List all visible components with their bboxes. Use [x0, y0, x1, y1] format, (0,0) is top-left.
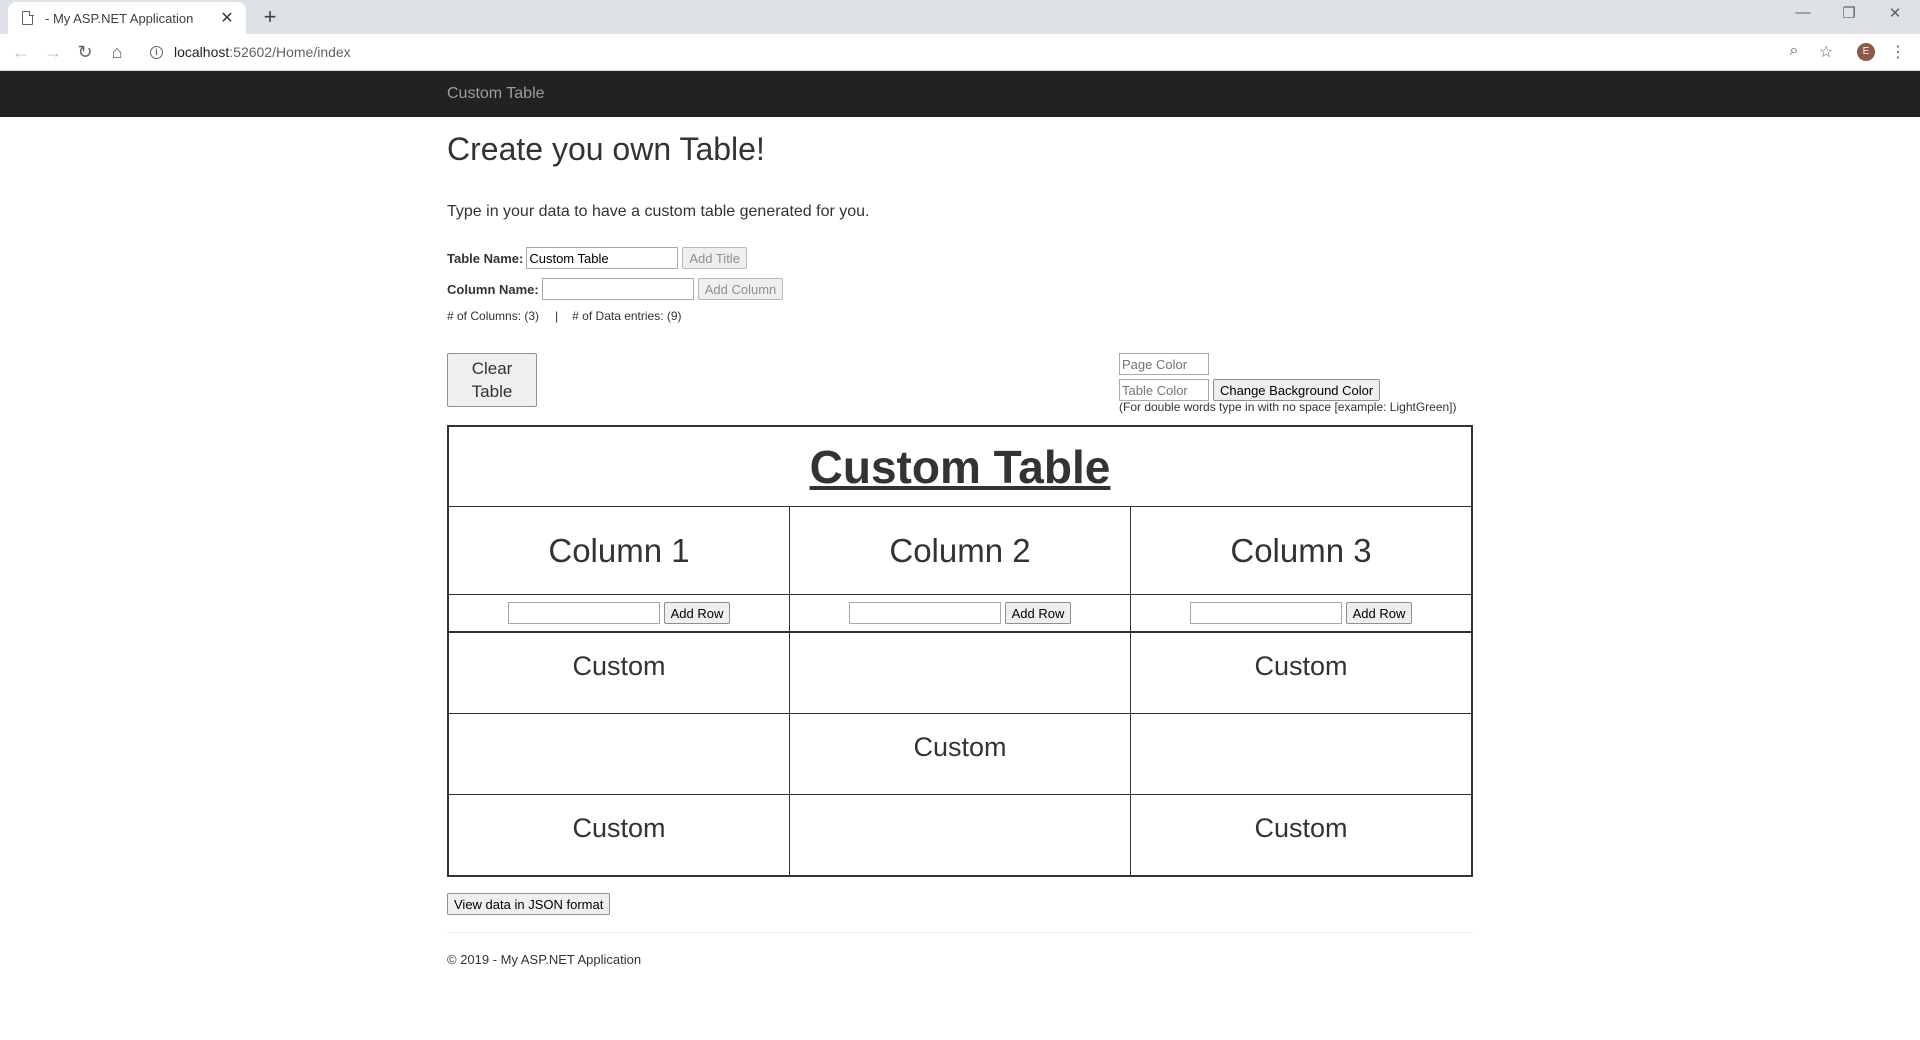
table-name-label: Table Name: — [447, 250, 524, 266]
entries-count: # of Data entries: (9) — [572, 309, 682, 323]
page-title: Create you own Table! — [447, 131, 765, 167]
color-note: (For double words type in with no space … — [1119, 400, 1457, 414]
close-tab-icon[interactable]: ✕ — [218, 8, 236, 28]
add-row-cell: Add Row — [449, 595, 790, 631]
url-path: :52602/Home/index — [229, 44, 351, 60]
row-value-input[interactable] — [848, 602, 1001, 624]
row-value-input[interactable] — [1189, 602, 1342, 624]
view-json-button[interactable]: View data in JSON format — [447, 893, 611, 915]
column-name-label: Column Name: — [447, 281, 539, 297]
table-cell: Custom — [1254, 813, 1348, 843]
table-row: Custom Custom — [449, 633, 1471, 714]
clear-table-button[interactable]: Clear Table — [447, 353, 537, 407]
table-name-input[interactable] — [526, 247, 679, 269]
footer-text: © 2019 - My ASP.NET Application — [447, 952, 642, 967]
address-bar[interactable]: i localhost:52602/Home/index — [140, 38, 1790, 66]
browser-tab-bar: - My ASP.NET Application ✕ + — ❐ ✕ — [0, 0, 1920, 34]
table-cell — [790, 795, 1131, 875]
add-row-button[interactable]: Add Row — [1345, 602, 1413, 624]
column-name-row: Column Name: Add Column — [447, 278, 784, 300]
forward-icon[interactable]: → — [41, 40, 65, 64]
page-icon — [22, 10, 34, 25]
browser-tab[interactable]: - My ASP.NET Application ✕ — [8, 2, 246, 34]
table-cell: Custom — [790, 714, 1131, 794]
navbar-brand[interactable]: Custom Table — [447, 85, 545, 103]
column-header: Column 2 — [790, 507, 1131, 594]
custom-table: Custom Table Column 1 Column 2 Column 3 … — [447, 425, 1473, 877]
add-title-button[interactable]: Add Title — [682, 247, 747, 269]
url-host: localhost — [174, 44, 230, 60]
column-name-input[interactable] — [541, 278, 694, 300]
info-icon[interactable]: i — [150, 45, 163, 59]
column-header: Column 3 — [1230, 531, 1372, 569]
restore-icon[interactable]: ❐ — [1826, 4, 1872, 22]
tab-title: - My ASP.NET Application — [45, 10, 194, 26]
back-icon[interactable]: ← — [9, 40, 33, 64]
home-icon[interactable]: ⌂ — [105, 40, 129, 64]
table-cell — [1131, 714, 1471, 794]
minimize-icon[interactable]: — — [1780, 4, 1826, 21]
columns-count: # of Columns: (3) — [447, 309, 540, 323]
page-color-input[interactable] — [1119, 353, 1209, 375]
table-title: Custom Table — [809, 440, 1111, 493]
table-color-input[interactable] — [1119, 379, 1209, 401]
close-window-icon[interactable]: ✕ — [1872, 4, 1918, 22]
table-cell — [790, 633, 1131, 713]
menu-icon[interactable]: ⋮ — [1888, 42, 1908, 62]
add-column-button[interactable]: Add Column — [697, 278, 784, 300]
profile-avatar[interactable]: E — [1857, 43, 1875, 61]
browser-toolbar: ← → ↻ ⌂ i localhost:52602/Home/index ⌕ ☆… — [0, 34, 1920, 71]
add-row-cell: Add Row — [790, 595, 1131, 631]
page-lead: Type in your data to have a custom table… — [447, 203, 870, 220]
table-cell: Custom — [449, 795, 790, 875]
column-header: Column 1 — [449, 507, 790, 594]
counts-line: # of Columns: (3) | # of Data entries: (9) — [447, 309, 682, 323]
clear-table-line2: Table — [471, 382, 513, 401]
add-row-button[interactable]: Add Row — [1004, 602, 1072, 624]
table-cell — [449, 714, 790, 794]
table-row: Custom Custom — [449, 795, 1471, 875]
change-background-button[interactable]: Change Background Color — [1213, 379, 1381, 401]
clear-table-line1: Clear — [471, 359, 513, 378]
table-cell: Custom — [449, 633, 790, 713]
footer-divider — [447, 932, 1473, 933]
table-title-row: Custom Table — [449, 427, 1471, 507]
new-tab-button[interactable]: + — [258, 4, 282, 30]
table-name-row: Table Name: Add Title — [447, 247, 747, 269]
table-cell: Custom — [1254, 651, 1348, 681]
add-row-controls: Add Row Add Row Add Row — [449, 595, 1471, 633]
site-navbar: Custom Table — [0, 71, 1920, 117]
reload-icon[interactable]: ↻ — [73, 40, 97, 64]
zoom-icon[interactable]: ⌕ — [1784, 42, 1804, 60]
bookmark-star-icon[interactable]: ☆ — [1816, 42, 1836, 62]
table-header-row: Column 1 Column 2 Column 3 — [449, 507, 1471, 595]
row-value-input[interactable] — [507, 602, 660, 624]
table-row: Custom — [449, 714, 1471, 795]
counts-separator: | — [555, 309, 559, 323]
add-row-cell: Add Row — [1131, 595, 1471, 631]
add-row-button[interactable]: Add Row — [663, 602, 731, 624]
